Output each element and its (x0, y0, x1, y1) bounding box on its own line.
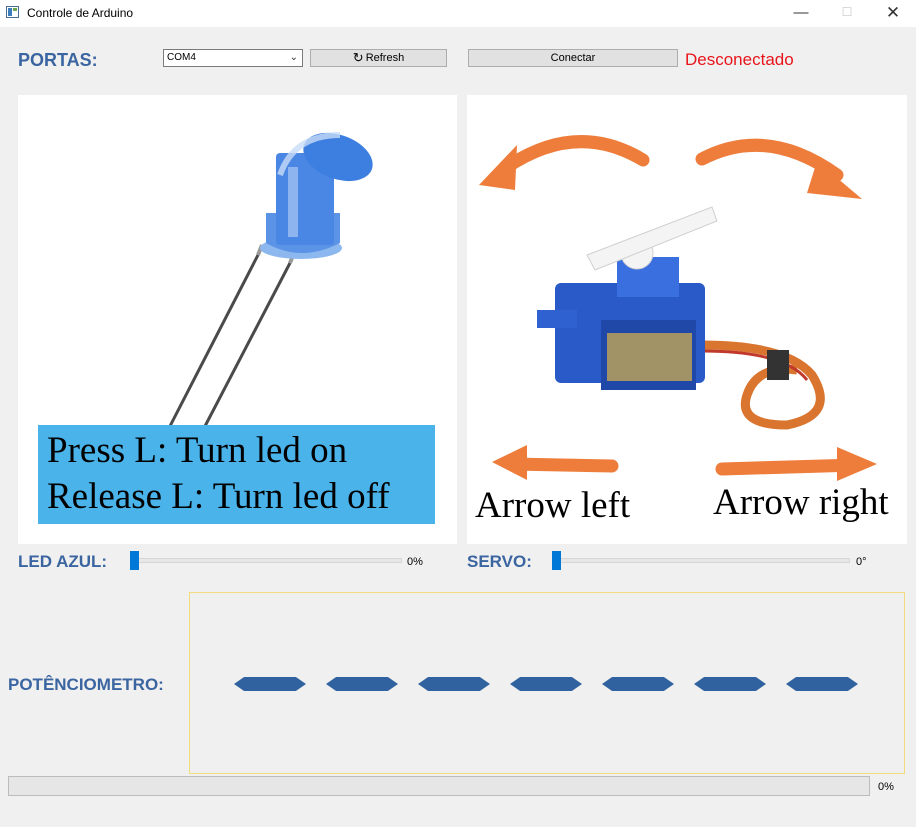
led-caption-box: Press L: Turn led on Release L: Turn led… (38, 425, 435, 524)
led-caption-line2: Release L: Turn led off (47, 476, 390, 517)
led-image-panel: Press L: Turn led on Release L: Turn led… (18, 95, 457, 544)
app-icon (6, 6, 19, 18)
connection-status: Desconectado (685, 50, 794, 69)
servo-slider-label: SERVO: (467, 552, 532, 571)
servo-slider-track (552, 558, 850, 563)
servo-illustration (479, 135, 877, 481)
arrow-left-caption: Arrow left (475, 485, 631, 526)
refresh-label: Refresh (365, 52, 405, 64)
potentiometer-progress-bar (8, 776, 870, 796)
rotate-left-arrow-icon (500, 135, 650, 174)
ports-label: PORTAS: (18, 50, 98, 70)
refresh-button[interactable]: ↻ Refresh (310, 49, 447, 67)
led-slider-label: LED AZUL: (18, 552, 108, 571)
potentiometer-segment (510, 677, 582, 691)
servo-slider-value: 0° (856, 556, 867, 568)
led-caption-line1: Press L: Turn led on (47, 430, 348, 471)
connect-button[interactable]: Conectar (468, 49, 678, 67)
servo-image-panel: Arrow left Arrow right (467, 95, 907, 544)
potentiometer-segment (786, 677, 858, 691)
servo-angle-slider[interactable] (552, 551, 850, 571)
arrow-right-icon (715, 458, 864, 476)
potentiometer-segment (694, 677, 766, 691)
led-slider-track (130, 558, 402, 563)
arrow-right-caption: Arrow right (713, 482, 889, 523)
potentiometer-segment (234, 677, 306, 691)
led-brightness-slider[interactable] (130, 551, 402, 571)
potentiometer-segment (418, 677, 490, 691)
refresh-icon: ↻ (352, 50, 364, 65)
potentiometer-label: POTÊNCIOMETRO: (8, 675, 164, 694)
chevron-down-icon: ⌄ (289, 52, 298, 63)
title-bar: Controle de Arduino — ☐ ✕ (0, 0, 916, 27)
potentiometer-segment (602, 677, 674, 691)
progress-value: 0% (878, 781, 894, 793)
minimize-button[interactable]: — (778, 0, 824, 27)
close-button[interactable]: ✕ (870, 0, 916, 27)
port-select-value: COM4 (167, 52, 196, 63)
servo-slider-handle[interactable] (552, 551, 561, 570)
window-title: Controle de Arduino (27, 6, 134, 20)
led-slider-handle[interactable] (130, 551, 139, 570)
led-slider-value: 0% (407, 556, 423, 568)
maximize-button[interactable]: ☐ (824, 0, 870, 27)
port-select[interactable]: COM4 ⌄ (163, 49, 303, 67)
potentiometer-segment (326, 677, 398, 691)
